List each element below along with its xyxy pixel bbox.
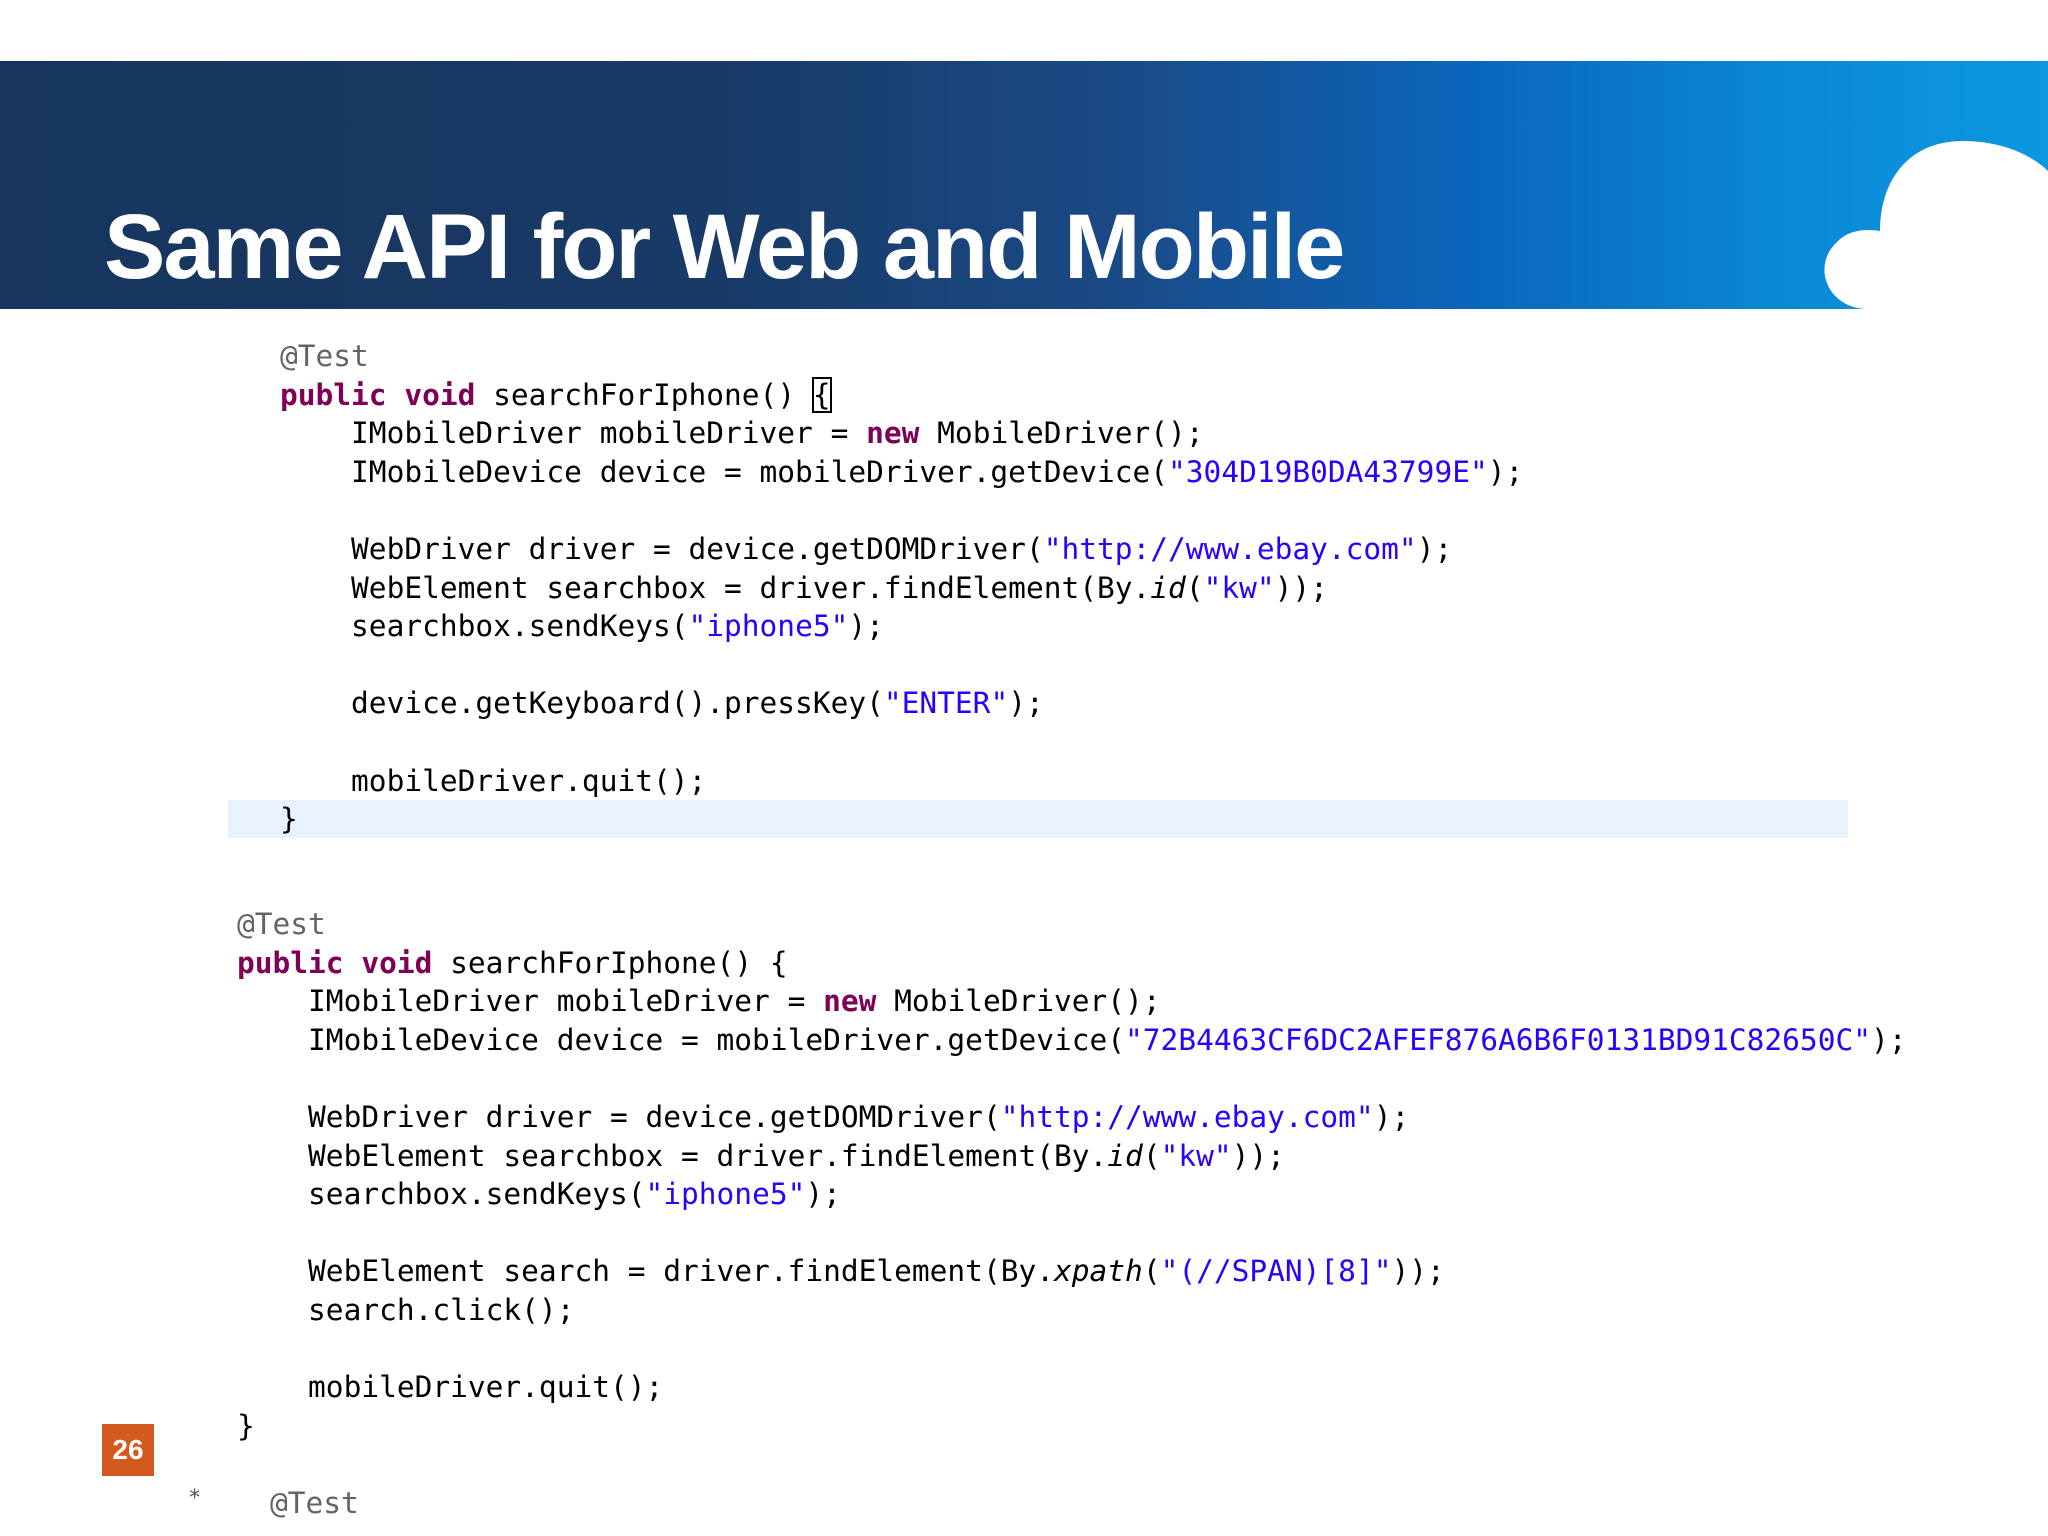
code-text: ( [1142,1138,1161,1173]
method-signature: searchForIphone() { [432,945,788,980]
string-literal: "kw" [1160,1138,1232,1173]
code-text: ); [1373,1099,1410,1134]
code-line: WebElement searchbox = driver.findElemen… [237,1137,1907,1176]
code-line: WebDriver driver = device.getDOMDriver("… [280,530,1523,569]
code-text: WebDriver driver = device.getDOMDriver( [351,531,1044,566]
keyword: new [823,984,877,1019]
keyword: public [280,377,387,412]
code-text: IMobileDevice device = mobileDriver.getD… [351,454,1169,489]
test-annotation: @Test [237,907,326,941]
code-text: searchbox.sendKeys( [308,1177,646,1212]
code-line: public void searchForIphone() { [280,376,1523,415]
code-line: WebDriver driver = device.getDOMDriver("… [237,1098,1907,1137]
method-signature: searchForIphone() [475,377,813,412]
code-text: WebDriver driver = device.getDOMDriver( [308,1099,1001,1134]
code-text: )); [1231,1138,1285,1173]
code-line: mobileDriver.quit(); [280,762,1523,801]
keyword: new [866,416,920,451]
code-text: IMobileDevice device = mobileDriver.getD… [308,1022,1126,1057]
test-annotation: @Test [270,1486,359,1520]
code-line: IMobileDriver mobileDriver = new MobileD… [280,414,1523,453]
cloud-icon [1824,141,2048,309]
keyword: void [404,377,476,412]
code-line: WebElement search = driver.findElement(B… [237,1252,1907,1291]
keyword: public [237,945,344,980]
code-text: ); [1487,454,1524,489]
code-text: ( [1185,570,1204,605]
code-text: IMobileDriver mobileDriver = [308,984,824,1019]
code-line: WebElement searchbox = driver.findElemen… [280,569,1523,608]
code-text: search.click(); [308,1292,575,1327]
code-text: device.getKeyboard().pressKey( [351,686,884,721]
brace-close: } [280,802,298,837]
code-block-mobile: @Test public void searchForIphone() { IM… [237,905,1907,1445]
method-name: id [1150,570,1186,605]
string-literal: "304D19B0DA43799E" [1168,454,1488,489]
code-line: @Test [280,337,1523,376]
code-text: IMobileDriver mobileDriver = [351,416,867,451]
code-line: IMobileDriver mobileDriver = new MobileD… [237,982,1907,1021]
code-text: MobileDriver(); [919,416,1204,451]
code-line: @Test [237,905,1907,944]
code-block-web: @Test public void searchForIphone() { IM… [280,337,1523,839]
code-text: ); [1008,686,1044,721]
brace-open: { [811,376,832,413]
method-name: xpath [1054,1254,1143,1289]
code-text: WebElement searchbox = driver.findElemen… [308,1138,1108,1173]
code-text: WebElement searchbox = driver.findElemen… [351,570,1151,605]
code-text: ( [1142,1254,1161,1289]
code-text: MobileDriver(); [876,984,1161,1019]
code-line: IMobileDevice device = mobileDriver.getD… [237,1021,1907,1060]
code-text: ); [805,1177,841,1212]
page-number-badge: 26 [102,1424,154,1476]
code-line: IMobileDevice device = mobileDriver.getD… [280,453,1523,492]
string-literal: "ENTER" [883,686,1009,721]
code-line: search.click(); [237,1291,1907,1330]
slide-title: Same API for Web and Mobile [104,196,1345,298]
code-line: searchbox.sendKeys("iphone5"); [237,1175,1907,1214]
code-text: WebElement search = driver.findElement(B… [308,1254,1054,1289]
string-literal: "http://www.ebay.com" [1043,531,1417,566]
code-line: searchbox.sendKeys("iphone5"); [280,607,1523,646]
code-text: searchbox.sendKeys( [351,609,689,644]
method-name: id [1107,1138,1143,1173]
code-block-partial: @Test [270,1484,359,1523]
string-literal: "kw" [1203,570,1275,605]
test-annotation: @Test [280,339,369,373]
code-text: ); [1870,1022,1907,1057]
string-literal: "72B4463CF6DC2AFEF876A6B6F0131BD91C82650… [1125,1022,1871,1057]
string-literal: "iphone5" [688,609,849,644]
code-line: @Test [270,1484,359,1523]
string-literal: "(//SPAN)[8]" [1160,1254,1392,1289]
code-line: public void searchForIphone() { [237,944,1907,983]
code-line: device.getKeyboard().pressKey("ENTER"); [280,684,1523,723]
string-literal: "iphone5" [645,1177,806,1212]
code-line: } [237,1407,1907,1446]
code-text: ); [1416,531,1453,566]
code-line: mobileDriver.quit(); [237,1368,1907,1407]
string-literal: "http://www.ebay.com" [1000,1099,1374,1134]
code-text: ); [848,609,884,644]
keyword: void [361,945,433,980]
brace-close: } [237,1408,255,1443]
code-text: mobileDriver.quit(); [308,1370,664,1405]
code-text: mobileDriver.quit(); [351,763,707,798]
code-line: } [280,800,1523,839]
code-text: )); [1274,570,1328,605]
code-text: )); [1391,1254,1445,1289]
title-banner: Same API for Web and Mobile [0,61,2048,309]
bullet-star: * [188,1486,202,1511]
